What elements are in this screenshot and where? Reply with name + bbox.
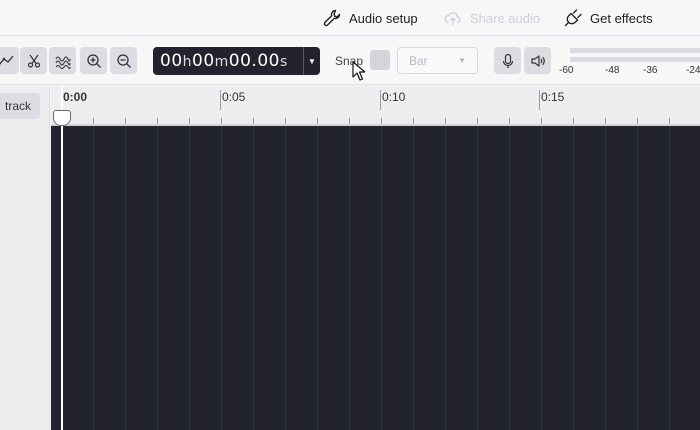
grid-line: [509, 126, 510, 430]
zoom-out-button[interactable]: [110, 47, 137, 74]
microphone-icon: [502, 53, 513, 68]
timeline-ruler[interactable]: 0:00 0:05 0:10 0:15: [51, 86, 700, 126]
snap-unit-select[interactable]: Bar ▼: [397, 47, 478, 74]
grid-line: [637, 126, 638, 430]
timecode-seconds-unit: s: [279, 54, 288, 70]
grid-line: [189, 126, 190, 430]
zoom-in-button[interactable]: [80, 47, 107, 74]
ruler-major-tick: [380, 90, 381, 110]
grid-line: [605, 126, 606, 430]
track-sidebar: track: [0, 86, 50, 430]
share-audio-label: Share audio: [470, 10, 541, 26]
timecode-hours-unit: h: [182, 54, 193, 70]
waveform-tool-icon: [55, 55, 71, 69]
add-track-label: track: [4, 99, 31, 113]
grid-line: [285, 126, 286, 430]
mouse-cursor-icon: [352, 61, 365, 81]
wrench-icon: [323, 9, 341, 27]
grid-line: [573, 126, 574, 430]
track-area[interactable]: [51, 126, 700, 430]
multi-cut-icon: [27, 54, 40, 68]
ruler-label: 0:10: [382, 90, 406, 104]
top-bar: Audio setup Share audio Get effects: [0, 0, 700, 36]
grid-line: [253, 126, 254, 430]
record-meter-button[interactable]: [494, 47, 521, 74]
grid-line: [445, 126, 446, 430]
get-effects-button[interactable]: Get effects: [563, 0, 653, 36]
grid-line: [157, 126, 158, 430]
grid-line: [381, 126, 382, 430]
grid-line: [317, 126, 318, 430]
timecode-minutes-unit: m: [214, 54, 229, 70]
timecode-minutes: 00: [192, 51, 215, 71]
grid-line: [477, 126, 478, 430]
timecode-format-dropdown[interactable]: ▼: [303, 47, 320, 75]
playhead[interactable]: [61, 86, 63, 430]
audio-setup-label: Audio setup: [349, 10, 418, 26]
grid-line: [221, 126, 222, 430]
ruler-label: 0:15: [541, 90, 565, 104]
grid-line: [541, 126, 542, 430]
grid-line: [349, 126, 350, 430]
meter-scale-label: -60: [559, 65, 574, 76]
level-meter[interactable]: [570, 48, 700, 66]
cloud-upload-icon: [444, 12, 461, 25]
meter-channel-left: [570, 48, 700, 53]
zoom-out-icon: [116, 53, 131, 68]
caret-down-icon: ▼: [308, 56, 316, 66]
timecode-hours: 00: [160, 51, 183, 71]
meter-scale-label: -48: [605, 65, 620, 76]
ruler-major-tick: [220, 90, 221, 110]
timecode-display[interactable]: 00h00m00.00s ▼: [153, 47, 320, 75]
meter-scale-label: -36: [643, 65, 658, 76]
grid-line: [413, 126, 414, 430]
ruler-major-tick: [539, 90, 540, 110]
zoom-in-icon: [86, 53, 101, 68]
caret-down-icon: ▼: [458, 56, 466, 65]
share-audio-button[interactable]: Share audio: [443, 0, 540, 36]
speaker-icon: [530, 54, 545, 67]
audio-setup-button[interactable]: Audio setup: [322, 0, 418, 36]
grid-line: [669, 126, 670, 430]
meter-channel-right: [570, 57, 700, 62]
meter-scale-label: -24: [686, 65, 700, 76]
snap-unit-value: Bar: [409, 53, 428, 68]
envelope-tool-icon: [0, 55, 13, 64]
timecode-value: 00h00m00.00s: [153, 51, 303, 71]
envelope-tool-button[interactable]: [0, 47, 19, 74]
timecode-seconds: 00.00: [228, 51, 280, 71]
grid-line: [93, 126, 94, 430]
grid-line: [125, 126, 126, 430]
add-track-button[interactable]: track: [0, 93, 40, 119]
plug-icon: [564, 9, 582, 27]
waveform-tool-button[interactable]: [49, 47, 76, 74]
playhead-handle[interactable]: [53, 110, 71, 126]
multi-cut-button[interactable]: [20, 47, 47, 74]
playback-meter-button[interactable]: [524, 47, 551, 74]
ruler-label: 0:05: [222, 90, 246, 104]
get-effects-label: Get effects: [590, 10, 653, 26]
ruler-label: 0:00: [63, 90, 88, 104]
snap-checkbox[interactable]: [370, 50, 390, 70]
